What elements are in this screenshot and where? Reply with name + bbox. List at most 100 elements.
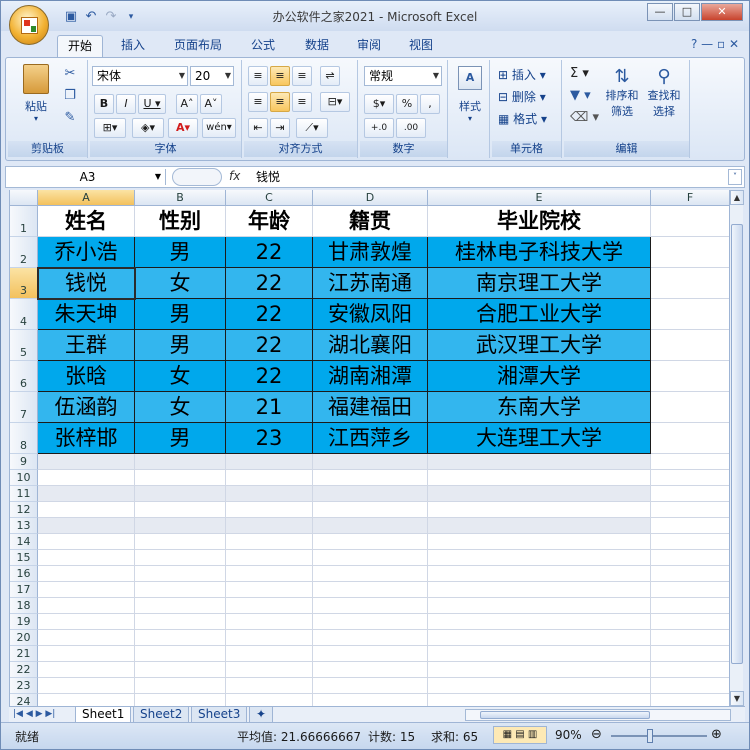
empty-cell[interactable] bbox=[428, 550, 651, 566]
percent-button[interactable]: % bbox=[396, 94, 418, 114]
empty-cell[interactable] bbox=[651, 566, 729, 582]
maximize-button[interactable]: □ bbox=[674, 3, 700, 21]
table-cell[interactable]: 男 bbox=[135, 237, 226, 268]
format-cells-button[interactable]: ▦ 格式 ▾ bbox=[498, 110, 547, 127]
empty-cell[interactable] bbox=[38, 630, 135, 646]
empty-cell[interactable] bbox=[313, 646, 428, 662]
empty-cell[interactable] bbox=[226, 454, 313, 470]
empty-cell[interactable] bbox=[428, 662, 651, 678]
empty-cell[interactable] bbox=[313, 470, 428, 486]
table-cell[interactable]: 男 bbox=[135, 299, 226, 330]
row-header-18[interactable]: 18 bbox=[10, 598, 38, 614]
zoom-in-icon[interactable]: ⊕ bbox=[711, 727, 722, 742]
empty-cell[interactable] bbox=[226, 518, 313, 534]
minimize-button[interactable]: — bbox=[647, 3, 673, 21]
close-button[interactable]: ✕ bbox=[701, 3, 743, 21]
wrap-text-button[interactable]: ⇌ bbox=[320, 66, 340, 86]
table-cell[interactable]: 男 bbox=[135, 423, 226, 454]
expand-formula-icon[interactable]: ˅ bbox=[728, 169, 742, 185]
empty-cell[interactable] bbox=[226, 534, 313, 550]
table-cell[interactable]: 乔小浩 bbox=[38, 237, 135, 268]
empty-cell[interactable] bbox=[428, 598, 651, 614]
empty-cell[interactable] bbox=[651, 582, 729, 598]
empty-cell[interactable] bbox=[313, 566, 428, 582]
row-header-10[interactable]: 10 bbox=[10, 470, 38, 486]
row-header-6[interactable]: 6 bbox=[10, 361, 38, 392]
clear-icon[interactable]: ⌫ ▾ bbox=[570, 110, 599, 125]
empty-cell[interactable] bbox=[38, 678, 135, 694]
empty-cell[interactable] bbox=[135, 550, 226, 566]
empty-cell[interactable] bbox=[313, 518, 428, 534]
empty-cell[interactable] bbox=[226, 502, 313, 518]
empty-cell[interactable] bbox=[38, 662, 135, 678]
table-cell[interactable]: 22 bbox=[226, 299, 313, 330]
empty-cell[interactable] bbox=[428, 646, 651, 662]
table-cell[interactable]: 王群 bbox=[38, 330, 135, 361]
row-header-19[interactable]: 19 bbox=[10, 614, 38, 630]
empty-cell[interactable] bbox=[651, 694, 729, 706]
empty-cell[interactable] bbox=[135, 646, 226, 662]
table-cell[interactable]: 湖北襄阳 bbox=[313, 330, 428, 361]
empty-cell[interactable] bbox=[651, 423, 729, 454]
empty-cell[interactable] bbox=[38, 502, 135, 518]
align-left-button[interactable]: ≡ bbox=[248, 92, 268, 112]
empty-cell[interactable] bbox=[651, 470, 729, 486]
currency-button[interactable]: $▾ bbox=[364, 94, 394, 114]
empty-cell[interactable] bbox=[38, 566, 135, 582]
row-header-15[interactable]: 15 bbox=[10, 550, 38, 566]
font-size-select[interactable]: 20 ▼ bbox=[190, 66, 234, 86]
empty-cell[interactable] bbox=[313, 678, 428, 694]
empty-cell[interactable] bbox=[135, 534, 226, 550]
empty-cell[interactable] bbox=[313, 486, 428, 502]
align-center-button[interactable]: ≡ bbox=[270, 92, 290, 112]
empty-cell[interactable] bbox=[226, 646, 313, 662]
empty-cell[interactable] bbox=[38, 582, 135, 598]
empty-cell[interactable] bbox=[135, 582, 226, 598]
column-header-f[interactable]: F bbox=[651, 190, 729, 206]
empty-cell[interactable] bbox=[651, 662, 729, 678]
empty-cell[interactable] bbox=[226, 678, 313, 694]
sheet-nav-icons[interactable]: |◀ ◀ ▶ ▶| bbox=[13, 707, 55, 722]
empty-cell[interactable] bbox=[651, 678, 729, 694]
empty-cell[interactable] bbox=[135, 454, 226, 470]
align-top-button[interactable]: ≡ bbox=[248, 66, 268, 86]
row-header-24[interactable]: 24 bbox=[10, 694, 38, 706]
empty-cell[interactable] bbox=[428, 502, 651, 518]
align-bottom-button[interactable]: ≡ bbox=[292, 66, 312, 86]
find-select-button[interactable]: ⚲ 查找和 选择 bbox=[644, 66, 684, 119]
empty-cell[interactable] bbox=[651, 614, 729, 630]
column-header-b[interactable]: B bbox=[135, 190, 226, 206]
empty-cell[interactable] bbox=[313, 454, 428, 470]
empty-cell[interactable] bbox=[313, 630, 428, 646]
sheet-tab-2[interactable]: Sheet2 bbox=[133, 707, 190, 723]
row-header-4[interactable]: 4 bbox=[10, 299, 38, 330]
zoom-out-icon[interactable]: ⊖ bbox=[591, 727, 602, 742]
align-middle-button[interactable]: ≡ bbox=[270, 66, 290, 86]
empty-cell[interactable] bbox=[38, 518, 135, 534]
empty-cell[interactable] bbox=[135, 502, 226, 518]
orientation-button[interactable]: ⟋▾ bbox=[296, 118, 328, 138]
insert-sheet-icon[interactable]: ✦ bbox=[249, 707, 274, 723]
comma-button[interactable]: , bbox=[420, 94, 440, 114]
shrink-font-button[interactable]: A˅ bbox=[200, 94, 222, 114]
office-button[interactable] bbox=[9, 5, 49, 45]
table-cell[interactable]: 合肥工业大学 bbox=[428, 299, 651, 330]
table-cell[interactable]: 22 bbox=[226, 268, 313, 299]
empty-cell[interactable] bbox=[428, 678, 651, 694]
vertical-scrollbar[interactable]: ▲ ▼ bbox=[729, 190, 744, 706]
column-header-c[interactable]: C bbox=[226, 190, 313, 206]
tab-view[interactable]: 视图 bbox=[399, 35, 443, 57]
empty-cell[interactable] bbox=[313, 598, 428, 614]
empty-cell[interactable] bbox=[428, 470, 651, 486]
scroll-down-icon[interactable]: ▼ bbox=[730, 691, 744, 706]
table-cell[interactable]: 大连理工大学 bbox=[428, 423, 651, 454]
empty-cell[interactable] bbox=[135, 678, 226, 694]
empty-cell[interactable] bbox=[38, 646, 135, 662]
row-header-3[interactable]: 3 bbox=[10, 268, 38, 299]
table-cell[interactable]: 女 bbox=[135, 392, 226, 423]
table-cell[interactable]: 男 bbox=[135, 330, 226, 361]
empty-cell[interactable] bbox=[226, 694, 313, 706]
empty-cell[interactable] bbox=[226, 582, 313, 598]
table-cell[interactable]: 江西萍乡 bbox=[313, 423, 428, 454]
help-icon[interactable]: ? — ▫ ✕ bbox=[691, 37, 739, 51]
